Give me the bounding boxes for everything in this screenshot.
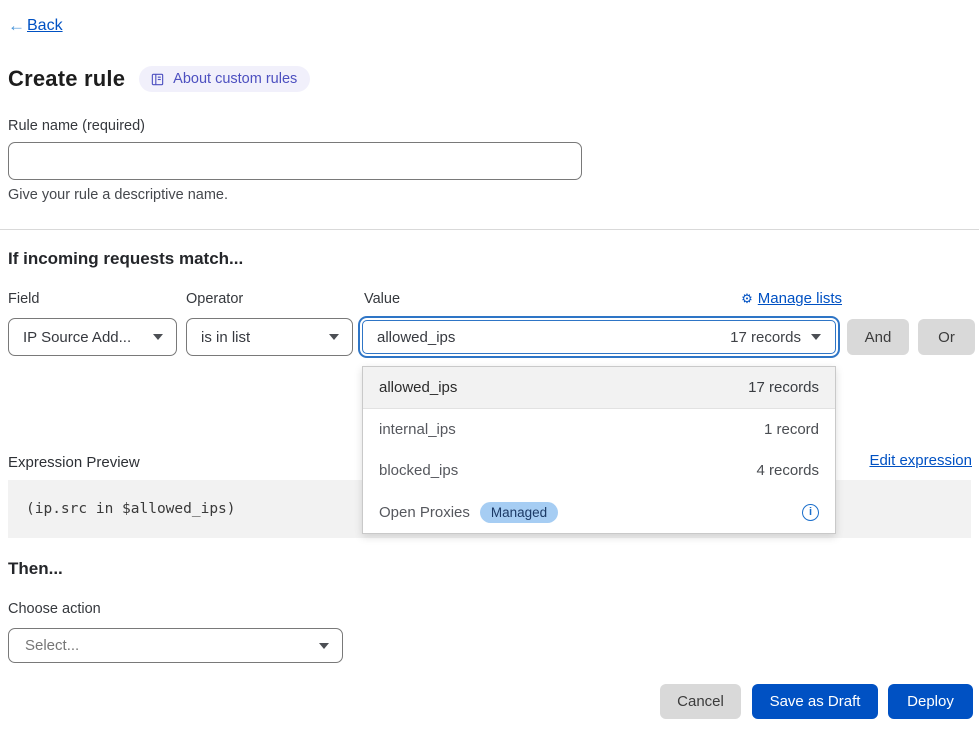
- operator-column-label: Operator: [186, 291, 243, 307]
- action-select-placeholder: Select...: [25, 637, 79, 654]
- chevron-down-icon: [153, 334, 163, 340]
- section-divider: [0, 229, 979, 230]
- list-item-records: 1 record: [764, 421, 819, 438]
- value-column-label: Value: [364, 291, 400, 307]
- rule-name-help-text: Give your rule a descriptive name.: [8, 187, 228, 203]
- back-link[interactable]: ←Back: [8, 16, 63, 36]
- action-select[interactable]: Select...: [8, 628, 343, 663]
- expression-code: (ip.src in $allowed_ips): [26, 501, 236, 517]
- page-title: Create rule: [8, 66, 125, 92]
- deploy-button[interactable]: Deploy: [888, 684, 973, 719]
- then-section-heading: Then...: [8, 559, 63, 579]
- create-rule-page: ←Back Create rule About custom rules Rul…: [0, 0, 979, 739]
- about-custom-rules-badge[interactable]: About custom rules: [139, 66, 310, 92]
- list-item-internal-ips[interactable]: internal_ips 1 record: [363, 409, 835, 451]
- manage-lists-label: Manage lists: [758, 290, 842, 307]
- list-item-records: 4 records: [756, 462, 819, 479]
- choose-action-label: Choose action: [8, 601, 101, 617]
- back-arrow-icon: ←: [8, 16, 25, 36]
- list-item-name: internal_ips: [379, 421, 456, 438]
- page-title-row: Create rule About custom rules: [8, 66, 310, 92]
- value-dropdown-panel: allowed_ips 17 records internal_ips 1 re…: [362, 366, 836, 534]
- list-item-blocked-ips[interactable]: blocked_ips 4 records: [363, 450, 835, 492]
- cancel-button[interactable]: Cancel: [660, 684, 741, 719]
- back-link-label: Back: [27, 17, 63, 35]
- match-section-heading: If incoming requests match...: [8, 249, 243, 269]
- chevron-down-icon: [811, 334, 821, 340]
- managed-badge: Managed: [480, 502, 558, 523]
- list-item-records: 17 records: [748, 379, 819, 396]
- gear-icon: ⚙: [741, 292, 753, 305]
- list-item-name: blocked_ips: [379, 462, 458, 479]
- field-column-label: Field: [8, 291, 39, 307]
- save-as-draft-button[interactable]: Save as Draft: [752, 684, 878, 719]
- book-icon: [150, 72, 165, 87]
- operator-select-value: is in list: [201, 329, 250, 346]
- list-item-name: Open Proxies: [379, 504, 470, 521]
- expression-preview-label: Expression Preview: [8, 454, 140, 471]
- value-select-value: allowed_ips: [377, 329, 455, 346]
- operator-select[interactable]: is in list: [186, 318, 353, 356]
- field-select[interactable]: IP Source Add...: [8, 318, 177, 356]
- chevron-down-icon: [319, 643, 329, 649]
- list-item-allowed-ips[interactable]: allowed_ips 17 records: [363, 367, 835, 409]
- edit-expression-link[interactable]: Edit expression: [869, 452, 972, 469]
- value-select[interactable]: allowed_ips 17 records: [362, 320, 836, 354]
- field-select-value: IP Source Add...: [23, 329, 131, 346]
- manage-lists-link[interactable]: ⚙ Manage lists: [741, 290, 842, 307]
- rule-name-label: Rule name (required): [8, 118, 145, 134]
- chevron-down-icon: [329, 334, 339, 340]
- rule-name-input[interactable]: [8, 142, 582, 180]
- info-icon[interactable]: i: [802, 504, 819, 521]
- about-badge-label: About custom rules: [173, 71, 297, 87]
- list-item-name: allowed_ips: [379, 379, 457, 396]
- list-item-open-proxies[interactable]: Open Proxies Managed i: [363, 492, 835, 534]
- or-button[interactable]: Or: [918, 319, 975, 355]
- value-select-records: 17 records: [730, 329, 801, 346]
- and-button[interactable]: And: [847, 319, 909, 355]
